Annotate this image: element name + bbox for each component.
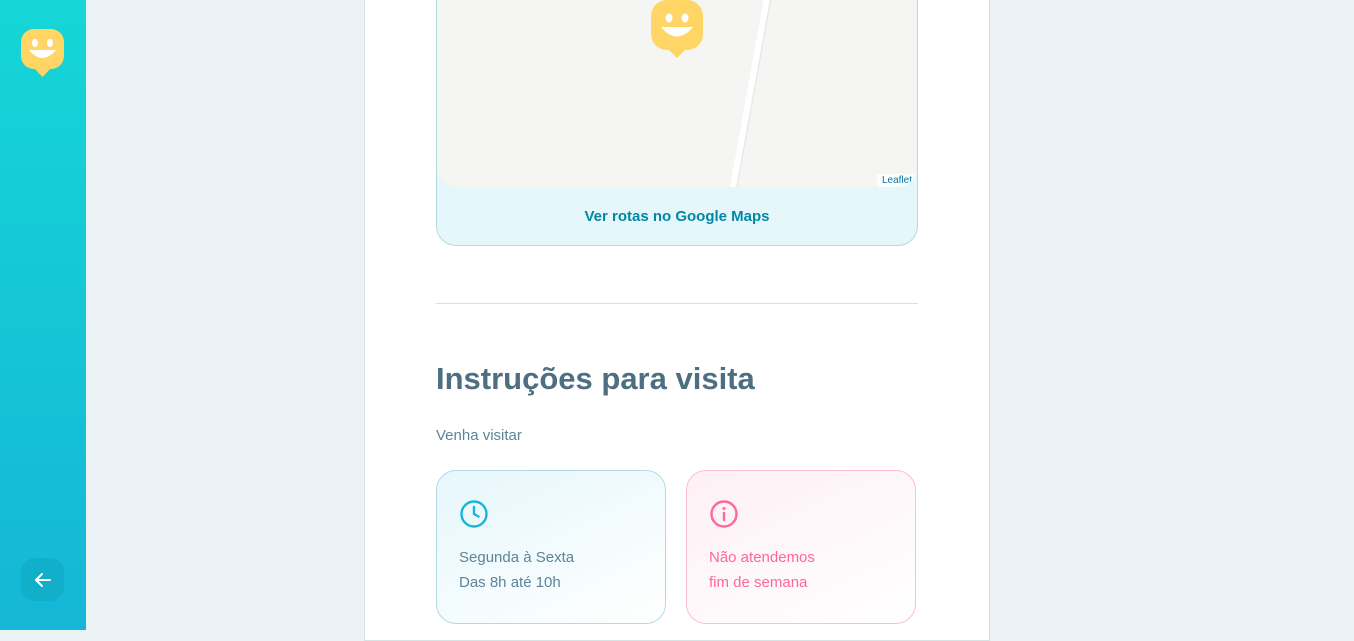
visit-instructions-title: Instruções para visita	[436, 361, 755, 396]
info-icon	[710, 500, 738, 528]
back-button[interactable]	[21, 558, 64, 601]
arrow-left-icon	[34, 572, 51, 587]
map-attribution-link[interactable]: Leaflet	[876, 174, 917, 187]
section-divider	[436, 303, 918, 304]
sidebar	[0, 0, 86, 630]
google-maps-directions-link[interactable]: Ver rotas no Google Maps	[437, 187, 917, 245]
weekend-notice-card: Não atendemos fim de semana	[686, 470, 916, 624]
clock-icon	[460, 500, 488, 528]
opening-hours-card: Segunda à Sexta Das 8h até 10h	[436, 470, 666, 624]
weekend-notice-line1: Não atendemos	[709, 549, 815, 566]
opening-hours-text: Das 8h até 10h	[459, 574, 561, 591]
opening-days-text: Segunda à Sexta	[459, 549, 575, 566]
map-card: Leaflet Ver rotas no Google Maps	[436, 0, 918, 246]
map-view[interactable]: Leaflet	[437, 0, 917, 187]
smiley-map-marker-icon[interactable]	[651, 0, 703, 60]
visit-instructions-description: Venha visitar	[436, 427, 522, 444]
weekend-notice-line2: fim de semana	[709, 574, 808, 591]
smiley-map-marker-icon	[21, 29, 64, 77]
